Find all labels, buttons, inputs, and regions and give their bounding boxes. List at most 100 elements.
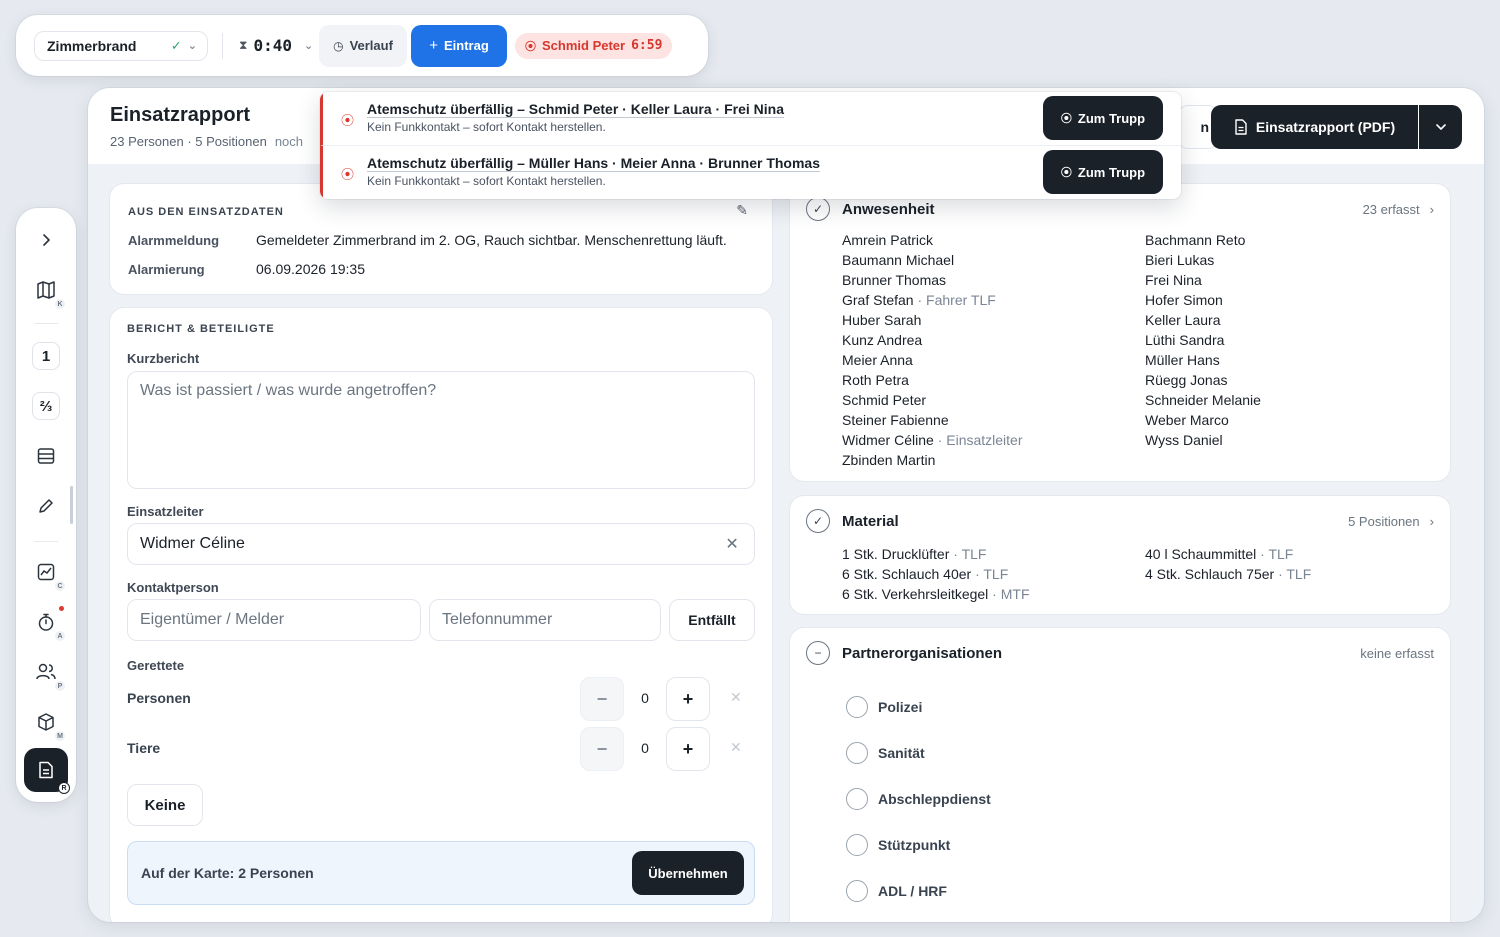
go-to-squad-button[interactable]: ⦿ Zum Trupp xyxy=(1043,150,1163,194)
radio-circle-icon xyxy=(846,742,868,764)
partner-label: Stützpunkt xyxy=(878,837,951,853)
none-rescued-button[interactable]: Keine xyxy=(127,784,203,826)
person-name: Keller Laura xyxy=(1145,312,1221,328)
increment-button[interactable]: + xyxy=(666,677,710,721)
toast-subtitle: Kein Funkkontakt – sofort Kontakt herste… xyxy=(367,120,606,134)
rail-chart-button[interactable]: C xyxy=(28,554,66,592)
elapsed-timer[interactable]: ⧗ 0:40 ⌄ xyxy=(239,36,319,55)
short-report-label: Kurzbericht xyxy=(127,351,200,366)
row-label: Personen xyxy=(127,690,191,706)
shortcut-badge: C xyxy=(54,580,66,592)
edit-icon[interactable]: ✎ xyxy=(736,202,748,219)
expand-rail-button[interactable] xyxy=(28,222,64,258)
incident-select[interactable]: Zimmerbrand ✓ ⌄ xyxy=(34,30,208,61)
rail-material-button[interactable]: M xyxy=(28,704,66,742)
attendance-person: Weber Marco xyxy=(1145,410,1435,430)
attendance-person: Graf Stefan · Fahrer TLF xyxy=(842,290,1145,310)
source-key: Alarmmeldung xyxy=(128,233,220,248)
radio-circle-icon xyxy=(846,696,868,718)
action-label: Zum Trupp xyxy=(1077,164,1146,180)
rail-people-button[interactable]: P xyxy=(28,654,66,692)
person-name: Kunz Andrea xyxy=(842,332,923,348)
attendance-header[interactable]: ✓ Anwesenheit 23 erfasst › xyxy=(806,196,1434,222)
rail-report-button[interactable]: R xyxy=(24,748,70,794)
rail-scrollbar[interactable] xyxy=(70,486,73,524)
toast-title[interactable]: Atemschutz überfällig – Müller Hans · Me… xyxy=(367,155,820,171)
rail-list-button[interactable] xyxy=(28,438,64,474)
person-name: Lüthi Sandra xyxy=(1145,332,1225,348)
reset-icon[interactable]: ✕ xyxy=(730,739,742,756)
person-name: Bachmann Reto xyxy=(1145,232,1246,248)
map-icon xyxy=(37,281,55,299)
chevron-down-icon: ⌄ xyxy=(187,40,197,52)
material-header[interactable]: ✓ Material 5 Positionen › xyxy=(806,508,1434,534)
decrement-button[interactable]: − xyxy=(580,677,624,721)
partner-option[interactable]: Abschleppdienst xyxy=(846,776,991,822)
leader-input[interactable] xyxy=(128,524,726,564)
contact-input[interactable] xyxy=(128,600,420,640)
count-value: 0 xyxy=(641,690,649,706)
section-title: AUS DEN EINSATZDATEN xyxy=(128,206,284,218)
page-one-label: 1 xyxy=(41,347,51,365)
rail-stopwatch-button[interactable]: A xyxy=(28,604,66,642)
toast-title[interactable]: Atemschutz überfällig – Schmid Peter · K… xyxy=(367,101,784,117)
rail-edit-button[interactable] xyxy=(28,488,64,524)
clear-icon[interactable]: ✕ xyxy=(725,534,754,554)
go-to-squad-button[interactable]: ⦿ Zum Trupp xyxy=(1043,96,1163,140)
report-icon xyxy=(39,761,53,779)
attendance-person: Widmer Céline · Einsatzleiter xyxy=(842,430,1145,450)
material-item: 40 l Schaummittel · TLF xyxy=(1145,544,1435,564)
decrement-button[interactable]: − xyxy=(580,727,624,771)
card-meta: 5 Positionen › xyxy=(1348,514,1434,529)
check-icon: ✓ xyxy=(170,37,182,53)
top-toolbar: Zimmerbrand ✓ ⌄ ⧗ 0:40 ⌄ ◷ Verlauf + Ein… xyxy=(16,15,708,76)
attendance-person: Rüegg Jonas xyxy=(1145,370,1435,390)
rail-page-fraction[interactable]: ⅔ xyxy=(32,392,60,420)
chevron-right-icon xyxy=(43,234,50,246)
rail-map-button[interactable]: K xyxy=(28,272,66,310)
person-name: Amrein Patrick xyxy=(842,232,934,248)
shortcut-badge: R xyxy=(58,782,70,794)
export-pdf-button[interactable]: Einsatzrapport (PDF) xyxy=(1211,105,1418,149)
check-circle-icon: ✓ xyxy=(806,197,830,221)
partner-option[interactable]: Polizei xyxy=(846,684,991,730)
summary-counts: 23 Personen · 5 Positionen xyxy=(110,134,267,149)
person-name: Roth Petra xyxy=(842,372,909,388)
attendance-card: ✓ Anwesenheit 23 erfasst › Amrein Patrick… xyxy=(790,184,1450,481)
contact-not-applicable-button[interactable]: Entfällt xyxy=(669,599,755,641)
row-label: Tiere xyxy=(127,740,161,756)
toolbar-divider xyxy=(222,32,223,59)
contact-field xyxy=(127,599,421,641)
short-report-textarea[interactable] xyxy=(127,371,755,489)
export-options-button[interactable] xyxy=(1419,105,1462,149)
material-count: 5 Positionen xyxy=(1348,513,1420,529)
remaining-label: noch xyxy=(274,134,304,149)
apply-map-button[interactable]: Übernehmen xyxy=(632,851,744,895)
material-quantity: 4 Stk. Schlauch 75er xyxy=(1145,566,1275,582)
phone-input[interactable] xyxy=(430,600,660,640)
location-icon: ⦿ xyxy=(1060,167,1072,179)
history-button[interactable]: ◷ Verlauf xyxy=(319,24,407,67)
reset-icon[interactable]: ✕ xyxy=(730,689,742,706)
attendance-list: Amrein Patrick Bachmann Reto Baumann Micha… xyxy=(842,230,1432,470)
clock-icon: ◷ xyxy=(333,38,344,53)
increment-button[interactable]: + xyxy=(666,727,710,771)
rail-page-one[interactable]: 1 xyxy=(32,342,60,370)
chevron-down-icon: ⌄ xyxy=(303,39,314,52)
person-name: Frei Nina xyxy=(1145,272,1202,288)
partner-option[interactable]: ADL / HRF xyxy=(846,868,991,914)
location-alert-icon: ⦿ xyxy=(525,40,536,53)
person-name: Rüegg Jonas xyxy=(1145,372,1228,388)
partners-header[interactable]: − Partnerorganisationen keine erfasst xyxy=(806,640,1434,666)
attendance-person: Wyss Daniel xyxy=(1145,430,1435,450)
alert-name: Schmid Peter xyxy=(542,38,626,53)
partner-option[interactable]: Sanität xyxy=(846,730,991,776)
overdue-alert-pill[interactable]: ⦿ Schmid Peter 6:59 xyxy=(515,32,673,59)
person-name: Brunner Thomas xyxy=(842,272,947,288)
new-entry-button[interactable]: + Eintrag xyxy=(411,24,507,67)
leader-field: ✕ xyxy=(127,523,755,565)
partner-option[interactable]: Stützpunkt xyxy=(846,822,991,868)
count-value: 0 xyxy=(641,740,649,756)
material-vehicle: · TLF xyxy=(971,566,1009,582)
incident-name: Zimmerbrand xyxy=(47,37,137,54)
